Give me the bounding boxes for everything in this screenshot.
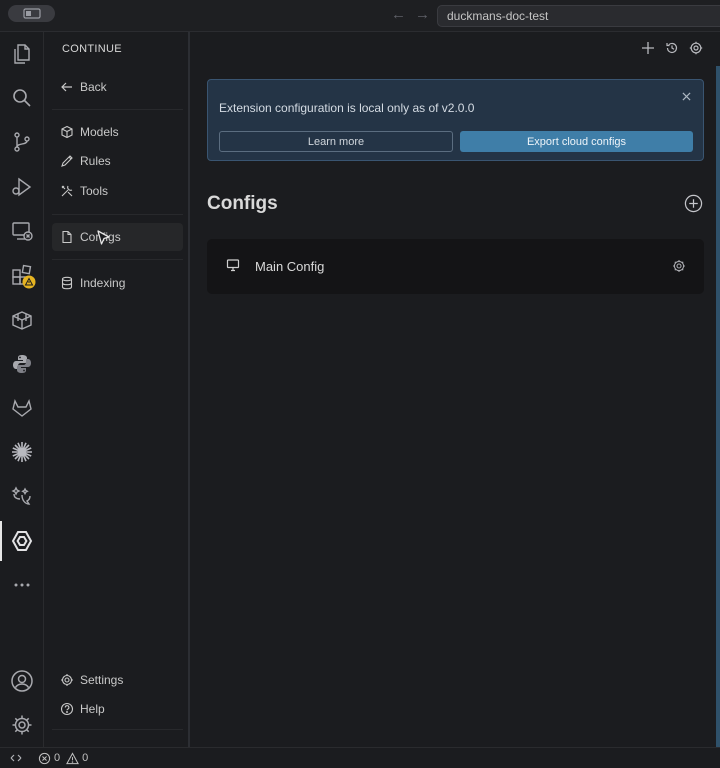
new-session-button[interactable]	[640, 40, 656, 56]
activity-python[interactable]	[0, 344, 44, 384]
remote-indicator[interactable]	[0, 748, 32, 768]
sidebar-item-label: Help	[80, 702, 105, 716]
tools-icon	[61, 185, 73, 197]
activity-continue[interactable]	[0, 521, 44, 561]
file-icon	[62, 230, 72, 244]
configs-panel: Extension configuration is local only as…	[192, 66, 720, 747]
status-bar: 0 0	[0, 747, 720, 768]
plus-icon	[642, 42, 654, 54]
gear-icon	[61, 674, 73, 686]
activity-gitlab[interactable]	[0, 388, 44, 428]
cube-icon	[61, 125, 73, 139]
learn-more-button[interactable]: Learn more	[219, 131, 453, 152]
banner-close-button[interactable]	[679, 89, 693, 103]
config-name: Main Config	[255, 259, 325, 274]
activity-source-control[interactable]	[0, 122, 44, 162]
sidebar-item-settings[interactable]: Settings	[52, 666, 183, 694]
activity-claude[interactable]	[0, 432, 44, 472]
remote-explorer-icon	[12, 222, 33, 241]
title-bar: ← → duckmans-doc-test	[0, 0, 720, 32]
history-icon	[666, 42, 678, 54]
divider	[52, 214, 183, 215]
export-cloud-configs-button[interactable]: Export cloud configs	[460, 131, 693, 152]
continue-icon	[11, 531, 33, 551]
editor-edge	[716, 66, 720, 747]
add-config-icon[interactable]	[684, 194, 703, 213]
claude-sparkle-icon	[12, 442, 32, 462]
activity-ai-chat[interactable]	[0, 477, 44, 517]
panel-actions	[640, 40, 704, 56]
sidebar-item-models[interactable]: Models	[52, 118, 183, 146]
banner-message: Extension configuration is local only as…	[219, 101, 475, 115]
panel-icon	[22, 8, 41, 19]
warning-icon	[66, 751, 80, 764]
nav-forward-button[interactable]: →	[415, 7, 430, 23]
history-button[interactable]	[664, 40, 680, 56]
sidebar-item-indexing[interactable]: Indexing	[52, 269, 183, 297]
manage-gear-icon	[12, 715, 32, 735]
activity-remote-explorer[interactable]	[0, 211, 44, 251]
settings-button[interactable]	[688, 40, 704, 56]
activity-accounts[interactable]	[0, 661, 44, 701]
more-icon	[14, 583, 30, 587]
sidebar-item-label: Rules	[80, 154, 111, 168]
gitlab-icon	[12, 398, 32, 417]
configs-title: Configs	[207, 193, 278, 214]
sidebar-item-configs[interactable]: Configs	[52, 223, 183, 251]
arrow-left-icon	[61, 82, 72, 92]
back-button[interactable]: Back	[52, 73, 183, 101]
layout-toggle-button[interactable]	[8, 5, 55, 22]
run-debug-icon	[12, 177, 32, 197]
divider	[52, 259, 183, 260]
files-icon	[14, 44, 30, 64]
sidebar-item-tools[interactable]: Tools	[52, 177, 183, 205]
config-settings-icon[interactable]	[672, 259, 686, 273]
ai-chat-icon	[11, 486, 31, 505]
mouse-cursor-icon	[97, 230, 110, 245]
back-label: Back	[80, 80, 107, 94]
command-center-search[interactable]: duckmans-doc-test	[437, 5, 720, 27]
source-control-icon	[14, 132, 30, 152]
help-icon	[60, 702, 74, 716]
remote-icon	[10, 754, 22, 762]
gear-icon	[689, 41, 703, 55]
error-icon	[38, 752, 51, 764]
error-count: 0	[54, 752, 61, 764]
divider	[52, 109, 183, 110]
activity-containers[interactable]	[0, 300, 44, 340]
containers-icon	[12, 311, 32, 330]
pencil-icon	[61, 155, 73, 167]
search-icon	[13, 89, 31, 107]
sidebar-item-label: Indexing	[80, 276, 126, 290]
sidebar-item-label: Tools	[80, 184, 109, 198]
activity-run-debug[interactable]	[0, 167, 44, 207]
activity-extensions[interactable]	[0, 255, 44, 295]
divider	[52, 729, 183, 730]
activity-explorer[interactable]	[0, 34, 44, 74]
problems-indicator[interactable]: 0 0	[38, 751, 89, 765]
local-config-banner: Extension configuration is local only as…	[207, 79, 704, 161]
sidebar-item-rules[interactable]: Rules	[52, 147, 183, 175]
activity-manage[interactable]	[0, 705, 44, 745]
activity-search[interactable]	[0, 78, 44, 118]
activity-more[interactable]	[0, 565, 44, 605]
continue-sidebar: CONTINUE Back Models Rules Tools Configs…	[45, 32, 190, 747]
nav-back-button[interactable]: ←	[391, 7, 406, 23]
monitor-icon	[226, 259, 240, 272]
sidebar-title: CONTINUE	[62, 43, 122, 55]
python-icon	[13, 355, 31, 373]
warning-count: 0	[82, 752, 89, 764]
database-icon	[61, 276, 73, 290]
close-icon	[681, 91, 691, 101]
account-icon	[11, 670, 33, 692]
activity-bar	[0, 32, 44, 747]
sidebar-item-help[interactable]: Help	[52, 695, 183, 723]
config-item-main[interactable]: Main Config	[207, 239, 704, 294]
sidebar-item-label: Models	[80, 125, 119, 139]
warning-badge-icon	[22, 275, 36, 289]
sidebar-item-label: Settings	[80, 673, 124, 687]
